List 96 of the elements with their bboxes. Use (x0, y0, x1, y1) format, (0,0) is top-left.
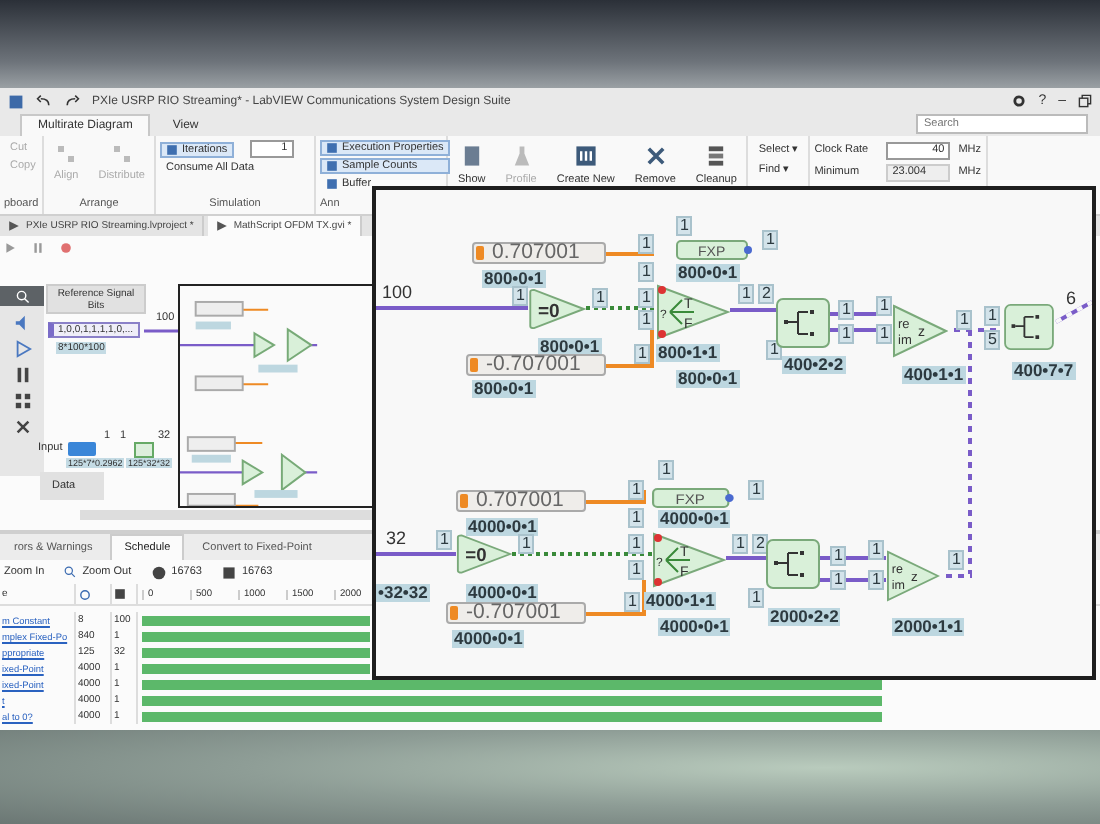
square-icon (166, 143, 178, 155)
size-label: 800•0•1 (676, 264, 740, 281)
count-label: 1 (732, 534, 749, 554)
size-label: 400•1•1 (902, 366, 966, 383)
count-label: 1 (738, 284, 755, 304)
count-label: 1 (838, 300, 855, 320)
count-label: 1 (868, 540, 885, 560)
count-label: 1 (876, 324, 893, 344)
constant-field[interactable]: 0.707001 (456, 490, 586, 512)
square-icon (326, 178, 338, 190)
wire-label: 100 (382, 284, 413, 302)
count-label: 1 (628, 534, 645, 554)
array-node[interactable] (776, 298, 830, 348)
size-label: 2000•2•2 (768, 608, 841, 625)
count-label: 1 (956, 310, 973, 330)
compare-node[interactable]: =0 (528, 288, 586, 330)
count-label: 1 (748, 480, 765, 500)
input-terminal-icon[interactable] (68, 442, 96, 456)
align-icon (56, 144, 77, 164)
compare-node[interactable]: =0 (456, 530, 512, 578)
repeat-icon (78, 587, 92, 601)
document-icon (459, 144, 484, 168)
count-label: 1 (638, 262, 655, 282)
size-label: 4000•0•1 (658, 510, 731, 527)
size-label: 4000•0•1 (466, 584, 539, 601)
wire-label: 6 (1066, 290, 1077, 308)
flask-icon (509, 144, 534, 168)
speaker-icon (13, 314, 31, 332)
search-icon (15, 289, 29, 303)
x-icon (643, 144, 668, 168)
size-label: 4000•0•1 (452, 630, 525, 647)
wire (144, 328, 178, 334)
grid-icon (573, 144, 598, 168)
count-label: 1 (638, 310, 655, 330)
constant-field[interactable]: -0.707001 (446, 602, 586, 624)
count-label: 1 (436, 530, 453, 550)
square-icon (221, 565, 236, 579)
count-label: 1 (638, 288, 655, 308)
pause-icon (13, 366, 31, 384)
count-label: 1 (634, 344, 651, 364)
count-label: 1 (830, 546, 847, 566)
size-label: 800•0•1 (676, 370, 740, 387)
count-label: 1 (628, 480, 645, 500)
play-icon (4, 241, 16, 253)
count-label: 1 (762, 230, 779, 250)
scrollbar[interactable] (80, 510, 374, 520)
align-icon (111, 144, 132, 164)
undo-icon (36, 93, 52, 109)
count-label: 1 (676, 216, 693, 236)
size-label: 4000•0•1 (658, 618, 731, 635)
size-label: 2000•1•1 (892, 618, 965, 635)
array-node[interactable] (766, 538, 820, 590)
count-label: 2 (758, 284, 775, 304)
size-label: 4000•1•1 (644, 592, 717, 609)
count-label: 1 (868, 570, 885, 590)
pause-icon (32, 241, 44, 253)
size-label: 400•7•7 (1012, 362, 1076, 379)
size-label: 800•1•1 (656, 344, 720, 361)
count-label: 1 (876, 296, 893, 316)
square-icon (326, 142, 338, 154)
count-label: 1 (748, 588, 765, 608)
count-label: 2 (752, 534, 769, 554)
count-label: 1 (948, 550, 965, 570)
constant-field[interactable]: 0.707001 (472, 242, 606, 264)
search-icon (64, 566, 77, 578)
count-label: 1 (984, 306, 1001, 326)
count-label: 5 (984, 330, 1001, 350)
play-icon (13, 340, 31, 358)
count-label: 1 (658, 460, 675, 480)
grid-icon (13, 392, 31, 410)
redo-icon (64, 93, 80, 109)
count-label: 1 (512, 286, 529, 306)
square-icon (326, 160, 338, 172)
save-icon (8, 93, 24, 109)
count-label: 1 (592, 288, 609, 308)
layers-icon (704, 144, 729, 168)
count-label: 1 (518, 534, 535, 554)
close-icon (13, 418, 31, 436)
size-label: 400•2•2 (782, 356, 846, 373)
count-label: 1 (838, 324, 855, 344)
size-label: 4000•0•1 (466, 518, 539, 535)
count-label: 1 (628, 508, 645, 528)
size-label: •32•32 (376, 584, 430, 601)
square-icon (114, 588, 126, 600)
constant-field[interactable]: -0.707001 (466, 354, 606, 376)
stop-icon (60, 241, 72, 253)
wire-label: 32 (386, 530, 407, 548)
array-node[interactable] (1002, 304, 1056, 350)
size-label: 800•0•1 (482, 270, 546, 287)
count-label: 1 (638, 234, 655, 254)
count-label: 1 (830, 570, 847, 590)
node-icon[interactable] (134, 442, 154, 458)
count-label: 1 (628, 560, 645, 580)
count-label: 1 (624, 592, 641, 612)
restore-icon (1078, 94, 1092, 108)
size-label: 800•0•1 (472, 380, 536, 397)
